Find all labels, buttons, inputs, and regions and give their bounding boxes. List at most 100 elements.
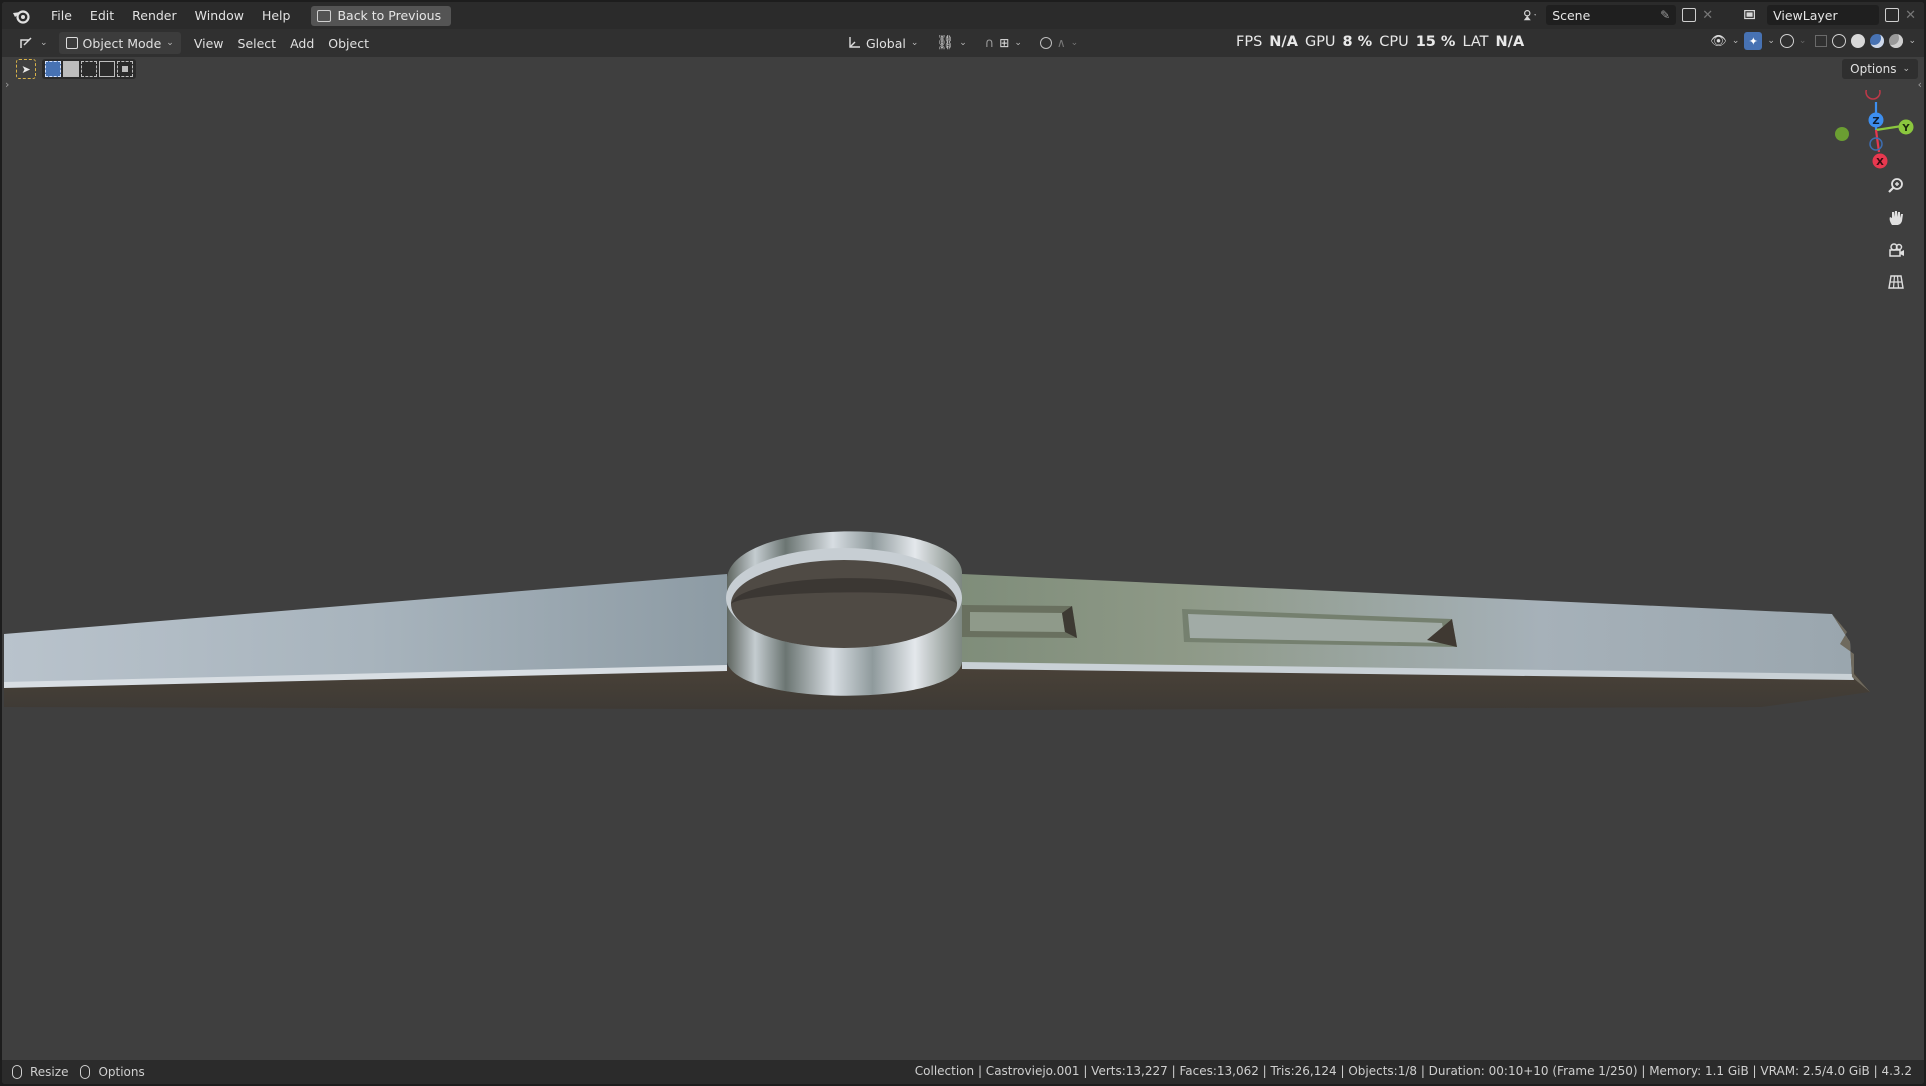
gizmo-y-label: Y	[1901, 123, 1910, 134]
view-layer-selector[interactable]: ViewLayer	[1767, 5, 1880, 25]
scene-selector[interactable]: Scene ✎	[1546, 5, 1677, 25]
menu-object[interactable]: Object	[321, 32, 376, 54]
performance-stats: FPS N/A GPU 8 % CPU 15 % LAT N/A	[1236, 31, 1524, 53]
new-scene-icon[interactable]	[1682, 8, 1697, 22]
transform-tools: Global ⌄ ⛓ ⌄ ∩ ⊞ ⌄ ∧ ⌄	[840, 32, 1085, 54]
snap-toggle[interactable]: ∩ ⊞ ⌄	[978, 32, 1029, 54]
viewport-navigation-buttons	[1884, 174, 1908, 294]
menu-window[interactable]: Window	[186, 5, 253, 27]
viewport-options-dropdown[interactable]: Options ⌄	[1842, 59, 1918, 79]
chevron-down-icon: ⌄	[166, 38, 174, 48]
chevron-down-icon: ⌄	[959, 38, 967, 48]
select-extend-icon[interactable]	[63, 61, 79, 77]
chevron-down-icon: ⌄	[1014, 38, 1022, 48]
cpu-value: 15 %	[1415, 34, 1456, 50]
gizmo-toggle-icon[interactable]: ✦	[1744, 32, 1763, 50]
gpu-label: GPU	[1304, 34, 1336, 50]
chevron-down-icon: ⌄	[910, 38, 919, 48]
back-to-previous-button[interactable]: Back to Previous	[311, 5, 452, 26]
delete-view-layer-icon[interactable]: ✕	[1905, 8, 1916, 23]
select-tool-icon[interactable]: ➤	[16, 59, 36, 79]
left-mouse-icon	[12, 1065, 22, 1079]
proportional-editing-toggle[interactable]: ∧ ⌄	[1033, 32, 1085, 54]
scene-icon[interactable]	[1518, 8, 1540, 22]
snap-increment-icon: ⊞	[999, 36, 1010, 50]
transform-orientation-label: Global	[866, 35, 906, 51]
viewport-display-tools: 👁 ⌄ ✦ ⌄ ⌄ ⌄	[1710, 32, 1916, 50]
chevron-down-icon: ⌄	[1908, 36, 1916, 46]
view-layer-icon[interactable]	[1739, 8, 1761, 22]
overlays-icon[interactable]	[1779, 34, 1794, 48]
visibility-icon[interactable]: 👁	[1710, 34, 1727, 49]
blender-logo-icon[interactable]	[12, 7, 32, 25]
lat-label: LAT	[1462, 34, 1489, 50]
status-hints: Resize Options	[12, 1065, 145, 1079]
back-screen-icon	[317, 9, 332, 22]
menu-help[interactable]: Help	[253, 5, 300, 27]
toolbar-expand-arrow-icon[interactable]: ›	[5, 78, 9, 91]
fps-value: N/A	[1269, 34, 1298, 50]
gizmo-neg-x-icon[interactable]	[1869, 137, 1883, 151]
right-mouse-icon	[80, 1065, 91, 1079]
gizmo-x-label: X	[1876, 157, 1884, 168]
perspective-grid-icon[interactable]	[1884, 270, 1908, 294]
pan-hand-icon[interactable]	[1884, 206, 1908, 230]
navigation-gizmo[interactable]: Z Y X	[1828, 90, 1918, 170]
proportional-icon	[1039, 37, 1052, 49]
rendered-shading-icon[interactable]	[1889, 34, 1904, 48]
camera-view-icon[interactable]	[1884, 238, 1908, 262]
view-layer-name: ViewLayer	[1773, 7, 1838, 23]
pin-icon[interactable]: ✎	[1660, 8, 1670, 22]
menu-file[interactable]: File	[42, 5, 81, 27]
select-intersect-icon[interactable]	[117, 61, 133, 77]
object-mode-dropdown[interactable]: Object Mode ⌄	[58, 32, 181, 54]
options-label: Options	[1850, 62, 1897, 76]
select-new-icon[interactable]	[45, 61, 61, 77]
object-mode-label: Object Mode	[82, 35, 162, 51]
gizmo-z-label: Z	[1872, 116, 1879, 127]
select-invert-icon[interactable]	[99, 61, 115, 77]
viewport-header: ⌄ Object Mode ⌄ View Select Add Object G…	[2, 29, 1924, 57]
chevron-down-icon: ⌄	[1767, 36, 1775, 46]
magnet-icon: ∩	[984, 35, 995, 51]
wireframe-shading-icon[interactable]	[1832, 34, 1847, 48]
xray-icon[interactable]	[1815, 35, 1828, 47]
fps-label: FPS	[1236, 34, 1263, 50]
falloff-curve-icon: ∧	[1056, 36, 1066, 50]
back-to-previous-label: Back to Previous	[337, 8, 442, 23]
transform-orientation-dropdown[interactable]: Global ⌄	[840, 32, 925, 54]
gizmo-neg-y-icon[interactable]	[1835, 127, 1849, 141]
ring-hole	[731, 560, 957, 648]
slot-small-inner	[970, 612, 1065, 632]
editor-type-icon	[20, 37, 32, 48]
sidebar-expand-arrow-icon[interactable]: ‹	[1918, 78, 1922, 91]
menu-view[interactable]: View	[187, 32, 231, 54]
orientation-axes-icon	[849, 37, 860, 48]
pivot-point-dropdown[interactable]: ⛓ ⌄	[929, 32, 973, 54]
gpu-value: 8 %	[1342, 34, 1373, 50]
blender-window: File Edit Render Window Help Back to Pre…	[2, 2, 1924, 1084]
solid-shading-icon[interactable]	[1851, 34, 1866, 48]
selection-mode-group	[42, 59, 136, 79]
material-preview-icon[interactable]	[1870, 34, 1885, 48]
object-mode-icon	[65, 37, 78, 49]
hint-options: Options	[98, 1065, 145, 1079]
chevron-down-icon: ⌄	[40, 38, 48, 48]
scene-statistics: Collection | Castroviejo.001 | Verts:13,…	[914, 1064, 1912, 1078]
3d-viewport[interactable]	[2, 2, 1924, 1060]
editor-type-button[interactable]: ⌄	[12, 32, 55, 54]
zoom-icon[interactable]	[1884, 174, 1908, 198]
menu-add[interactable]: Add	[283, 32, 321, 54]
menu-edit[interactable]: Edit	[81, 5, 123, 27]
delete-scene-icon[interactable]: ✕	[1702, 8, 1713, 23]
top-right-controls: Scene ✎ ✕ ViewLayer ✕	[1518, 5, 1916, 25]
chevron-down-icon: ⌄	[1902, 64, 1910, 74]
new-view-layer-icon[interactable]	[1885, 8, 1900, 22]
menu-select[interactable]: Select	[231, 32, 284, 54]
select-subtract-icon[interactable]	[81, 61, 97, 77]
gizmo-neg-z-icon[interactable]	[1865, 90, 1881, 100]
menu-render[interactable]: Render	[123, 5, 186, 27]
chevron-down-icon: ⌄	[1798, 36, 1807, 46]
chevron-down-icon: ⌄	[1731, 36, 1740, 46]
hint-resize: Resize	[30, 1065, 69, 1079]
